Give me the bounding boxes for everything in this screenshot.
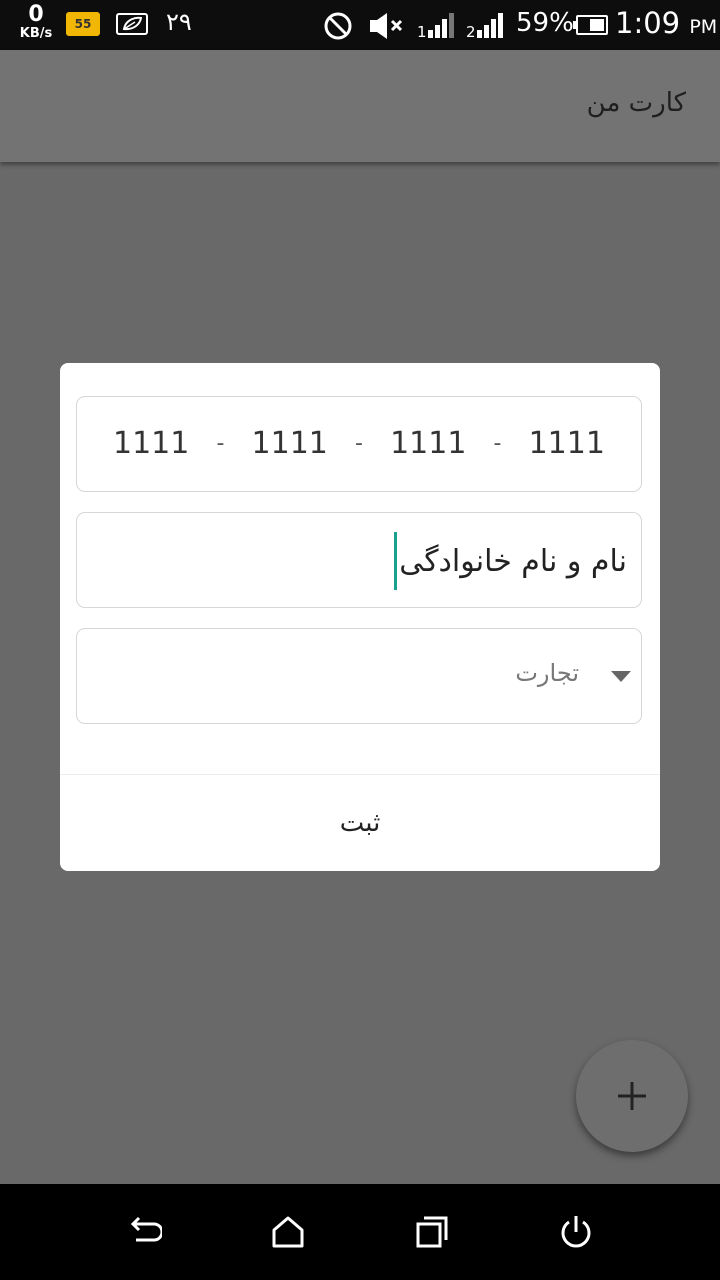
dropdown-arrow-icon[interactable] bbox=[611, 671, 631, 682]
card-number-groups: 1111 - 1111 - 1111 - 1111 bbox=[113, 423, 605, 463]
card-number-field[interactable]: 1111 - 1111 - 1111 - 1111 bbox=[76, 396, 642, 492]
card-number-group-4: 1111 bbox=[528, 425, 605, 461]
page-title: کارت من bbox=[586, 88, 686, 118]
back-icon[interactable] bbox=[126, 1214, 164, 1250]
full-name-field[interactable]: نام و نام خانوادگی bbox=[76, 512, 642, 608]
signal-sim2-icon: 2 bbox=[465, 10, 509, 44]
category-select[interactable]: تجارت bbox=[76, 628, 642, 724]
battery-saver-icon bbox=[114, 11, 150, 41]
clock-ampm: PM bbox=[689, 16, 718, 38]
signal-sim1-icon: 1 bbox=[416, 10, 460, 44]
recent-apps-icon[interactable] bbox=[414, 1214, 450, 1250]
card-number-group-3: 1111 bbox=[390, 425, 467, 461]
battery-icon bbox=[573, 14, 609, 40]
full-name-input[interactable]: نام و نام خانوادگی bbox=[394, 532, 627, 590]
card-number-group-2: 1111 bbox=[251, 425, 328, 461]
navigation-bar bbox=[0, 1184, 720, 1280]
category-selected-value: تجارت bbox=[515, 659, 579, 687]
status-bar: 0 KB/s 55 ۲۹ 1 2 59% 1:09 PM bbox=[0, 0, 720, 50]
add-card-dialog: 1111 - 1111 - 1111 - 1111 نام و نام خانو… bbox=[60, 363, 660, 871]
app-bar: کارت من bbox=[0, 50, 720, 162]
text-cursor bbox=[394, 532, 398, 590]
submit-button[interactable]: ثبت bbox=[60, 775, 660, 871]
network-speed-unit: KB/s bbox=[19, 26, 53, 41]
sd-card-icon: 55 bbox=[66, 12, 100, 36]
card-number-separator: - bbox=[216, 430, 225, 456]
network-speed-value: 0 bbox=[28, 2, 44, 27]
mute-icon bbox=[368, 11, 404, 45]
battery-percent: 59% bbox=[516, 8, 574, 38]
card-number-separator: - bbox=[355, 430, 363, 456]
network-speed: 0 KB/s bbox=[14, 2, 58, 41]
clock-time: 1:09 bbox=[615, 6, 681, 40]
do-not-disturb-icon bbox=[322, 10, 354, 46]
clock: 1:09 PM bbox=[615, 6, 717, 40]
home-icon[interactable] bbox=[270, 1214, 306, 1250]
card-number-group-1: 1111 bbox=[113, 425, 190, 461]
svg-text:2: 2 bbox=[466, 23, 476, 40]
card-number-separator: - bbox=[493, 430, 502, 456]
plus-icon bbox=[618, 1082, 646, 1110]
notification-count: ۲۹ bbox=[166, 8, 192, 36]
power-icon[interactable] bbox=[558, 1214, 594, 1250]
svg-text:1: 1 bbox=[417, 23, 427, 40]
full-name-value: نام و نام خانوادگی bbox=[399, 543, 627, 579]
add-card-fab[interactable] bbox=[576, 1040, 688, 1152]
